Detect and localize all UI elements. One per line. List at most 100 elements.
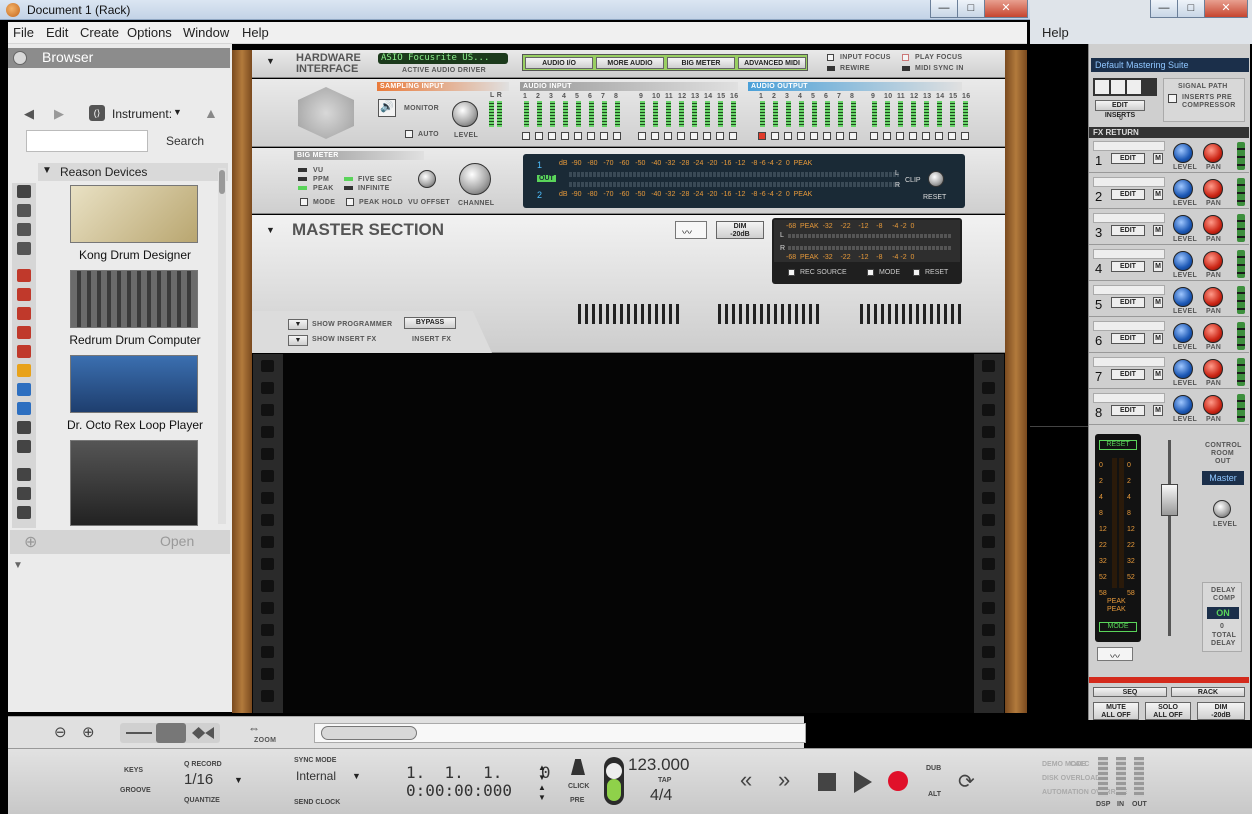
menu-edit[interactable]: Edit bbox=[46, 25, 68, 40]
control-room-level-knob[interactable] bbox=[1213, 500, 1231, 518]
audio-output-channel-button[interactable] bbox=[836, 132, 844, 140]
fx-return-name-field[interactable] bbox=[1093, 177, 1165, 187]
fx-mute-button[interactable]: M bbox=[1153, 189, 1163, 200]
fx-level-knob[interactable] bbox=[1173, 395, 1193, 415]
inserts-pre-checkbox[interactable] bbox=[1168, 94, 1177, 103]
menu-file[interactable]: File bbox=[13, 25, 34, 40]
open-button[interactable]: Open bbox=[160, 533, 194, 549]
kong-thumbnail[interactable] bbox=[70, 185, 198, 243]
fx-level-knob[interactable] bbox=[1173, 143, 1193, 163]
reason-file-icon[interactable] bbox=[17, 364, 31, 377]
add-icon[interactable]: ⊕ bbox=[24, 532, 37, 552]
master-wave-button[interactable]: 〰 bbox=[675, 221, 707, 239]
fx-level-knob[interactable] bbox=[1173, 179, 1193, 199]
fx-mute-button[interactable]: M bbox=[1153, 153, 1163, 164]
fx-return-name-field[interactable] bbox=[1093, 141, 1165, 151]
device-thumbnail-4[interactable] bbox=[70, 440, 198, 526]
secondary-help-menu[interactable]: Help bbox=[1042, 25, 1069, 40]
fx-return-name-field[interactable] bbox=[1093, 321, 1165, 331]
audio-output-channel-button[interactable] bbox=[784, 132, 792, 140]
mixer-wave-button[interactable]: 〰 bbox=[1097, 647, 1133, 663]
browser-toggle-icon[interactable] bbox=[13, 51, 27, 65]
star-icon-1[interactable] bbox=[17, 468, 31, 481]
edit-inserts-button[interactable]: EDIT INSERTS bbox=[1095, 100, 1145, 119]
search-button[interactable]: Search bbox=[166, 134, 204, 148]
click-level-handle[interactable] bbox=[606, 763, 622, 779]
mixer-dim-button[interactable]: DIM -20dB bbox=[1197, 702, 1245, 720]
master-reset-checkbox[interactable] bbox=[913, 269, 920, 276]
fx-level-knob[interactable] bbox=[1173, 323, 1193, 343]
sync-dropdown-icon[interactable]: ▼ bbox=[352, 771, 361, 781]
red-device-icon-4[interactable] bbox=[17, 326, 31, 339]
media-icon[interactable] bbox=[17, 421, 31, 434]
close-button[interactable]: ✕ bbox=[984, 0, 1028, 18]
browser-search-input[interactable] bbox=[26, 130, 148, 152]
maximize-button[interactable]: □ bbox=[957, 0, 985, 18]
audio-output-channel-button[interactable] bbox=[896, 132, 904, 140]
preset-save-icon[interactable] bbox=[1127, 80, 1141, 94]
peak-hold-button[interactable] bbox=[346, 198, 354, 206]
audio-output-channel-button[interactable] bbox=[797, 132, 805, 140]
menu-options[interactable]: Options bbox=[127, 25, 172, 40]
meter-mode-button[interactable]: MODE bbox=[1099, 622, 1137, 632]
delay-comp-on-button[interactable]: ON bbox=[1207, 607, 1239, 619]
effect-category-icon[interactable] bbox=[17, 204, 31, 217]
secondary-minimize-button[interactable]: — bbox=[1150, 0, 1178, 18]
sequencer-scroll-track[interactable] bbox=[314, 723, 806, 743]
master-fold-icon[interactable]: ▼ bbox=[266, 225, 275, 235]
audio-input-channel-button[interactable] bbox=[651, 132, 659, 140]
fx-mute-button[interactable]: M bbox=[1153, 297, 1163, 308]
fx-return-name-field[interactable] bbox=[1093, 285, 1165, 295]
fx-edit-button[interactable]: EDIT bbox=[1111, 189, 1145, 200]
zoom-wave-icon[interactable] bbox=[192, 727, 214, 739]
mute-all-off-button[interactable]: MUTE ALL OFF bbox=[1093, 702, 1139, 720]
driver-display[interactable]: ASIO Focusrite US... bbox=[378, 53, 508, 64]
sync-mode-value[interactable]: Internal bbox=[296, 769, 336, 783]
fx-pan-knob[interactable] bbox=[1203, 323, 1223, 343]
big-meter-reset-button[interactable] bbox=[928, 171, 944, 187]
audio-input-channel-button[interactable] bbox=[613, 132, 621, 140]
zoom-mid-icon[interactable] bbox=[156, 723, 186, 743]
bypass-button[interactable]: BYPASS bbox=[404, 317, 456, 329]
fx-edit-button[interactable]: EDIT bbox=[1111, 261, 1145, 272]
audio-input-channel-button[interactable] bbox=[522, 132, 530, 140]
mastering-preset-display[interactable]: Default Mastering Suite bbox=[1091, 58, 1249, 72]
tab-audio-io[interactable]: AUDIO I/O bbox=[525, 57, 593, 69]
zoom-out-icon[interactable]: ⊖ bbox=[54, 723, 67, 741]
fx-pan-knob[interactable] bbox=[1203, 287, 1223, 307]
audio-input-channel-button[interactable] bbox=[690, 132, 698, 140]
tempo-value[interactable]: 123.000 bbox=[628, 755, 689, 775]
position-spin-up-icon[interactable]: ▲ bbox=[538, 763, 546, 772]
show-insert-fx-toggle[interactable]: ▼ bbox=[288, 335, 308, 346]
zoom-in-icon[interactable]: ⊕ bbox=[82, 723, 95, 741]
record-icon[interactable] bbox=[888, 771, 908, 791]
collapse-arrow-icon[interactable]: ▼ bbox=[13, 560, 23, 571]
zoom-arrows-icon[interactable]: ⇔ bbox=[248, 721, 260, 735]
channel-knob[interactable] bbox=[459, 163, 491, 195]
meter-reset-button[interactable]: RESET bbox=[1099, 440, 1137, 450]
play-icon[interactable] bbox=[854, 771, 872, 793]
fx-mute-button[interactable]: M bbox=[1153, 369, 1163, 380]
audio-output-channel-button[interactable] bbox=[883, 132, 891, 140]
fx-pan-knob[interactable] bbox=[1203, 395, 1223, 415]
folder-blue-icon[interactable] bbox=[17, 383, 31, 396]
dim-button[interactable]: DIM -20dB bbox=[716, 221, 764, 239]
fx-mute-button[interactable]: M bbox=[1153, 225, 1163, 236]
play-focus-checkbox[interactable] bbox=[902, 54, 909, 61]
audio-output-channel-button[interactable] bbox=[771, 132, 779, 140]
device-kong-label[interactable]: Kong Drum Designer bbox=[40, 248, 230, 262]
audio-input-channel-button[interactable] bbox=[535, 132, 543, 140]
sampling-level-knob[interactable] bbox=[452, 101, 478, 127]
redrum-thumbnail[interactable] bbox=[70, 270, 198, 328]
utility-category-icon[interactable] bbox=[17, 223, 31, 236]
stop-icon[interactable] bbox=[818, 773, 836, 791]
audio-output-channel-button[interactable] bbox=[909, 132, 917, 140]
fx-return-name-field[interactable] bbox=[1093, 393, 1165, 403]
fx-level-knob[interactable] bbox=[1173, 215, 1193, 235]
audio-output-channel-button[interactable] bbox=[961, 132, 969, 140]
tap-label[interactable]: TAP bbox=[658, 777, 671, 784]
dub-label[interactable]: DUB bbox=[926, 765, 941, 772]
audio-output-channel-button[interactable] bbox=[823, 132, 831, 140]
time-signature[interactable]: 4/4 bbox=[650, 787, 672, 805]
audio-output-channel-button[interactable] bbox=[849, 132, 857, 140]
